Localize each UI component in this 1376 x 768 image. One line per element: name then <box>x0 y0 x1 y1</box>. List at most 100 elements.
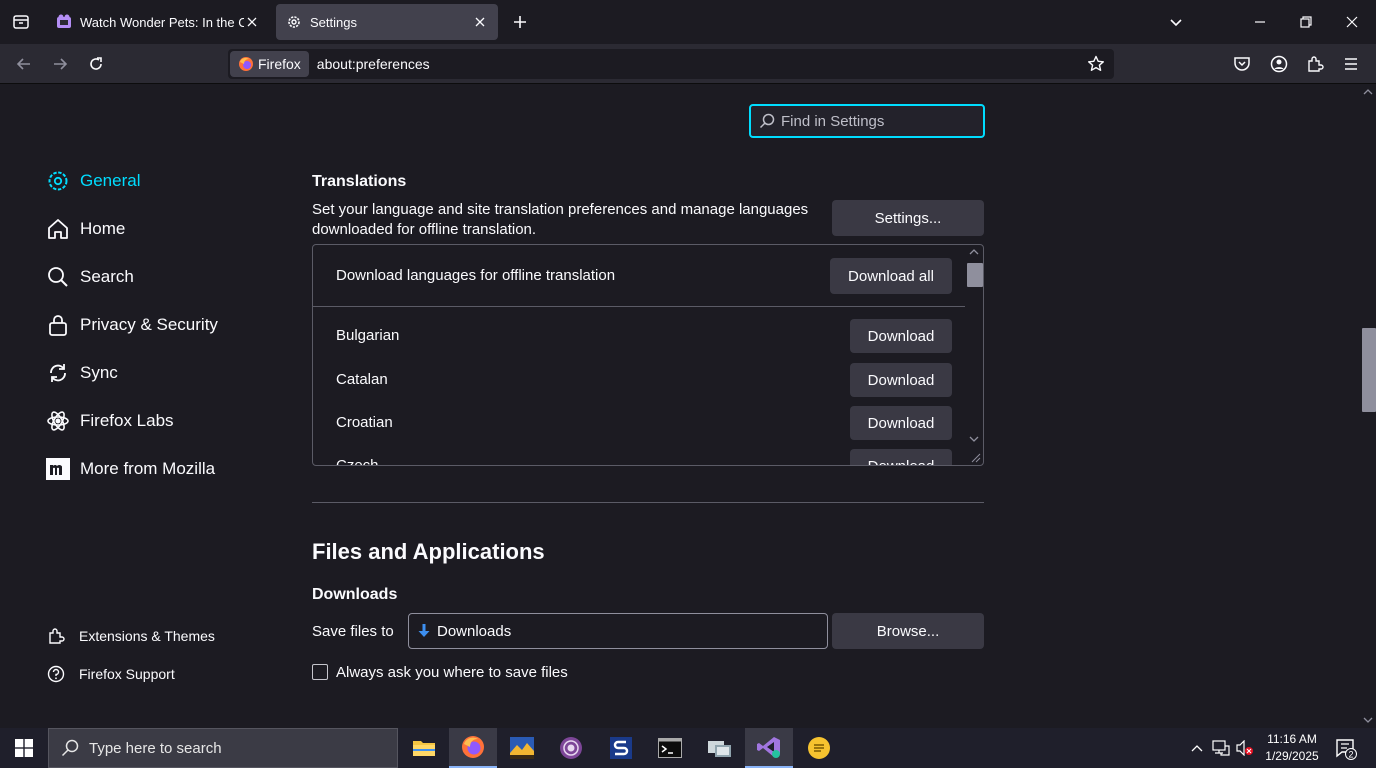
language-panel-header: Download languages for offline translati… <box>313 245 965 307</box>
tray-overflow-button[interactable] <box>1188 738 1206 758</box>
pocket-icon <box>1234 57 1250 71</box>
translations-description: Set your language and site translation p… <box>312 201 809 238</box>
visual-studio-icon <box>757 737 780 758</box>
always-ask-checkbox[interactable] <box>312 664 328 680</box>
sidebar-item-search[interactable]: Search <box>46 261 134 293</box>
account-icon <box>1270 55 1288 73</box>
arrow-right-icon <box>54 58 68 70</box>
network-icon <box>1212 740 1230 756</box>
translations-settings-button[interactable]: Settings... <box>832 200 984 236</box>
list-item: Bulgarian Download <box>313 315 965 357</box>
start-button[interactable] <box>0 728 48 768</box>
download-language-button[interactable]: Download <box>850 406 952 440</box>
app-menu-button[interactable] <box>1337 50 1365 78</box>
search-icon <box>61 739 79 757</box>
scroll-thumb[interactable] <box>1362 328 1376 412</box>
taskbar-file-explorer[interactable] <box>400 728 448 768</box>
account-button[interactable] <box>1265 50 1293 78</box>
taskbar-search-box[interactable]: Type here to search <box>48 728 398 768</box>
help-icon <box>46 664 66 684</box>
always-ask-row[interactable]: Always ask you where to save files <box>312 662 568 682</box>
scroll-thumb[interactable] <box>967 263 983 287</box>
sidebar-item-firefox-labs[interactable]: Firefox Labs <box>46 405 174 437</box>
download-language-button[interactable]: Download <box>850 449 952 465</box>
tab-close-button[interactable] <box>244 14 260 30</box>
sidebar-item-label: General <box>80 171 141 190</box>
sidebar-link-extensions-themes[interactable]: Extensions & Themes <box>46 624 215 648</box>
scroll-down-icon <box>1363 717 1373 723</box>
minimize-button[interactable] <box>1246 8 1274 36</box>
list-item: Croatian Download <box>313 402 965 444</box>
sidebar-item-general[interactable]: General <box>46 165 140 197</box>
close-icon <box>475 17 485 27</box>
tab-close-button[interactable] <box>472 14 488 30</box>
settings-search-input[interactable] <box>781 112 971 130</box>
resize-grip-icon[interactable] <box>971 453 981 463</box>
taskbar-app-network[interactable] <box>696 728 744 768</box>
page-scrollbar[interactable] <box>1358 84 1376 728</box>
taskbar-clock[interactable]: 11:16 AM 1/29/2025 <box>1254 731 1330 765</box>
list-all-tabs-button[interactable] <box>1162 8 1190 36</box>
flask-icon <box>46 409 70 433</box>
language-name: Croatian <box>336 414 393 431</box>
url-bar[interactable]: Firefox about:preferences <box>228 49 1114 79</box>
sidebar-item-label: More from Mozilla <box>80 459 216 478</box>
pocket-button[interactable] <box>1228 50 1256 78</box>
close-window-button[interactable] <box>1338 8 1366 36</box>
settings-search-box[interactable] <box>749 104 985 138</box>
tor-browser-icon <box>560 737 582 759</box>
language-panel-scrollbar[interactable] <box>965 245 983 465</box>
sidebar-item-label: Home <box>80 219 126 238</box>
notification-center-button[interactable]: 2 <box>1332 736 1360 762</box>
bookmark-star-button[interactable] <box>1084 52 1108 76</box>
sidebar-item-more-from-mozilla[interactable]: More from Mozilla <box>46 453 215 485</box>
reload-button[interactable] <box>82 50 110 78</box>
taskbar-app-landscape[interactable] <box>498 728 546 768</box>
extensions-button[interactable] <box>1301 50 1329 78</box>
search-icon <box>759 113 775 129</box>
sidebar-item-label: Sync <box>80 363 118 382</box>
home-icon <box>46 217 70 241</box>
windows-logo-icon <box>15 739 33 757</box>
browse-button[interactable]: Browse... <box>832 613 984 649</box>
chevron-down-icon <box>1170 19 1182 27</box>
sidebar-item-privacy[interactable]: Privacy & Security <box>46 309 218 341</box>
taskbar-firefox[interactable] <box>449 728 497 768</box>
sync-icon <box>46 361 70 385</box>
download-all-button[interactable]: Download all <box>830 258 952 294</box>
taskbar-app-s[interactable] <box>597 728 645 768</box>
url-text[interactable]: about:preferences <box>317 56 430 72</box>
plus-icon <box>514 16 526 28</box>
sidebar-item-label: Privacy & Security <box>80 315 218 334</box>
tab-wonder-pets[interactable]: Watch Wonder Pets: In the City <box>46 4 270 40</box>
settings-page: General Home Search Privacy & Security S… <box>0 84 1376 728</box>
save-files-label: Save files to <box>312 623 394 640</box>
identity-box[interactable]: Firefox <box>230 51 309 77</box>
sidebar-item-home[interactable]: Home <box>46 213 125 245</box>
clock-date: 1/29/2025 <box>1265 749 1319 763</box>
new-tab-button[interactable] <box>508 10 532 34</box>
taskbar-app-notes[interactable] <box>795 728 843 768</box>
chevron-up-icon <box>1191 745 1203 752</box>
taskbar-terminal[interactable] <box>646 728 694 768</box>
download-language-button[interactable]: Download <box>850 319 952 353</box>
back-button[interactable] <box>10 50 38 78</box>
tray-volume-button[interactable] <box>1235 738 1255 758</box>
mozilla-icon <box>46 457 70 481</box>
tray-network-button[interactable] <box>1211 738 1231 758</box>
restore-button[interactable] <box>1292 8 1320 36</box>
sidebar-item-sync[interactable]: Sync <box>46 357 118 389</box>
sidebar-link-firefox-support[interactable]: Firefox Support <box>46 662 175 686</box>
tab-list-button[interactable] <box>0 0 42 44</box>
sidebar-item-label: Search <box>80 267 134 286</box>
taskbar-visual-studio[interactable] <box>745 728 793 768</box>
taskbar-app-browser[interactable] <box>547 728 595 768</box>
download-language-button[interactable]: Download <box>850 363 952 397</box>
list-item: Czech Download <box>313 445 965 465</box>
taskbar: Type here to search 11:16 AM 1/29/2025 2 <box>0 728 1376 768</box>
download-folder-field: Downloads <box>408 613 828 649</box>
tab-settings[interactable]: Settings <box>276 4 498 40</box>
forward-button[interactable] <box>46 50 74 78</box>
taskbar-search-placeholder: Type here to search <box>89 739 222 757</box>
close-icon <box>1346 16 1358 28</box>
